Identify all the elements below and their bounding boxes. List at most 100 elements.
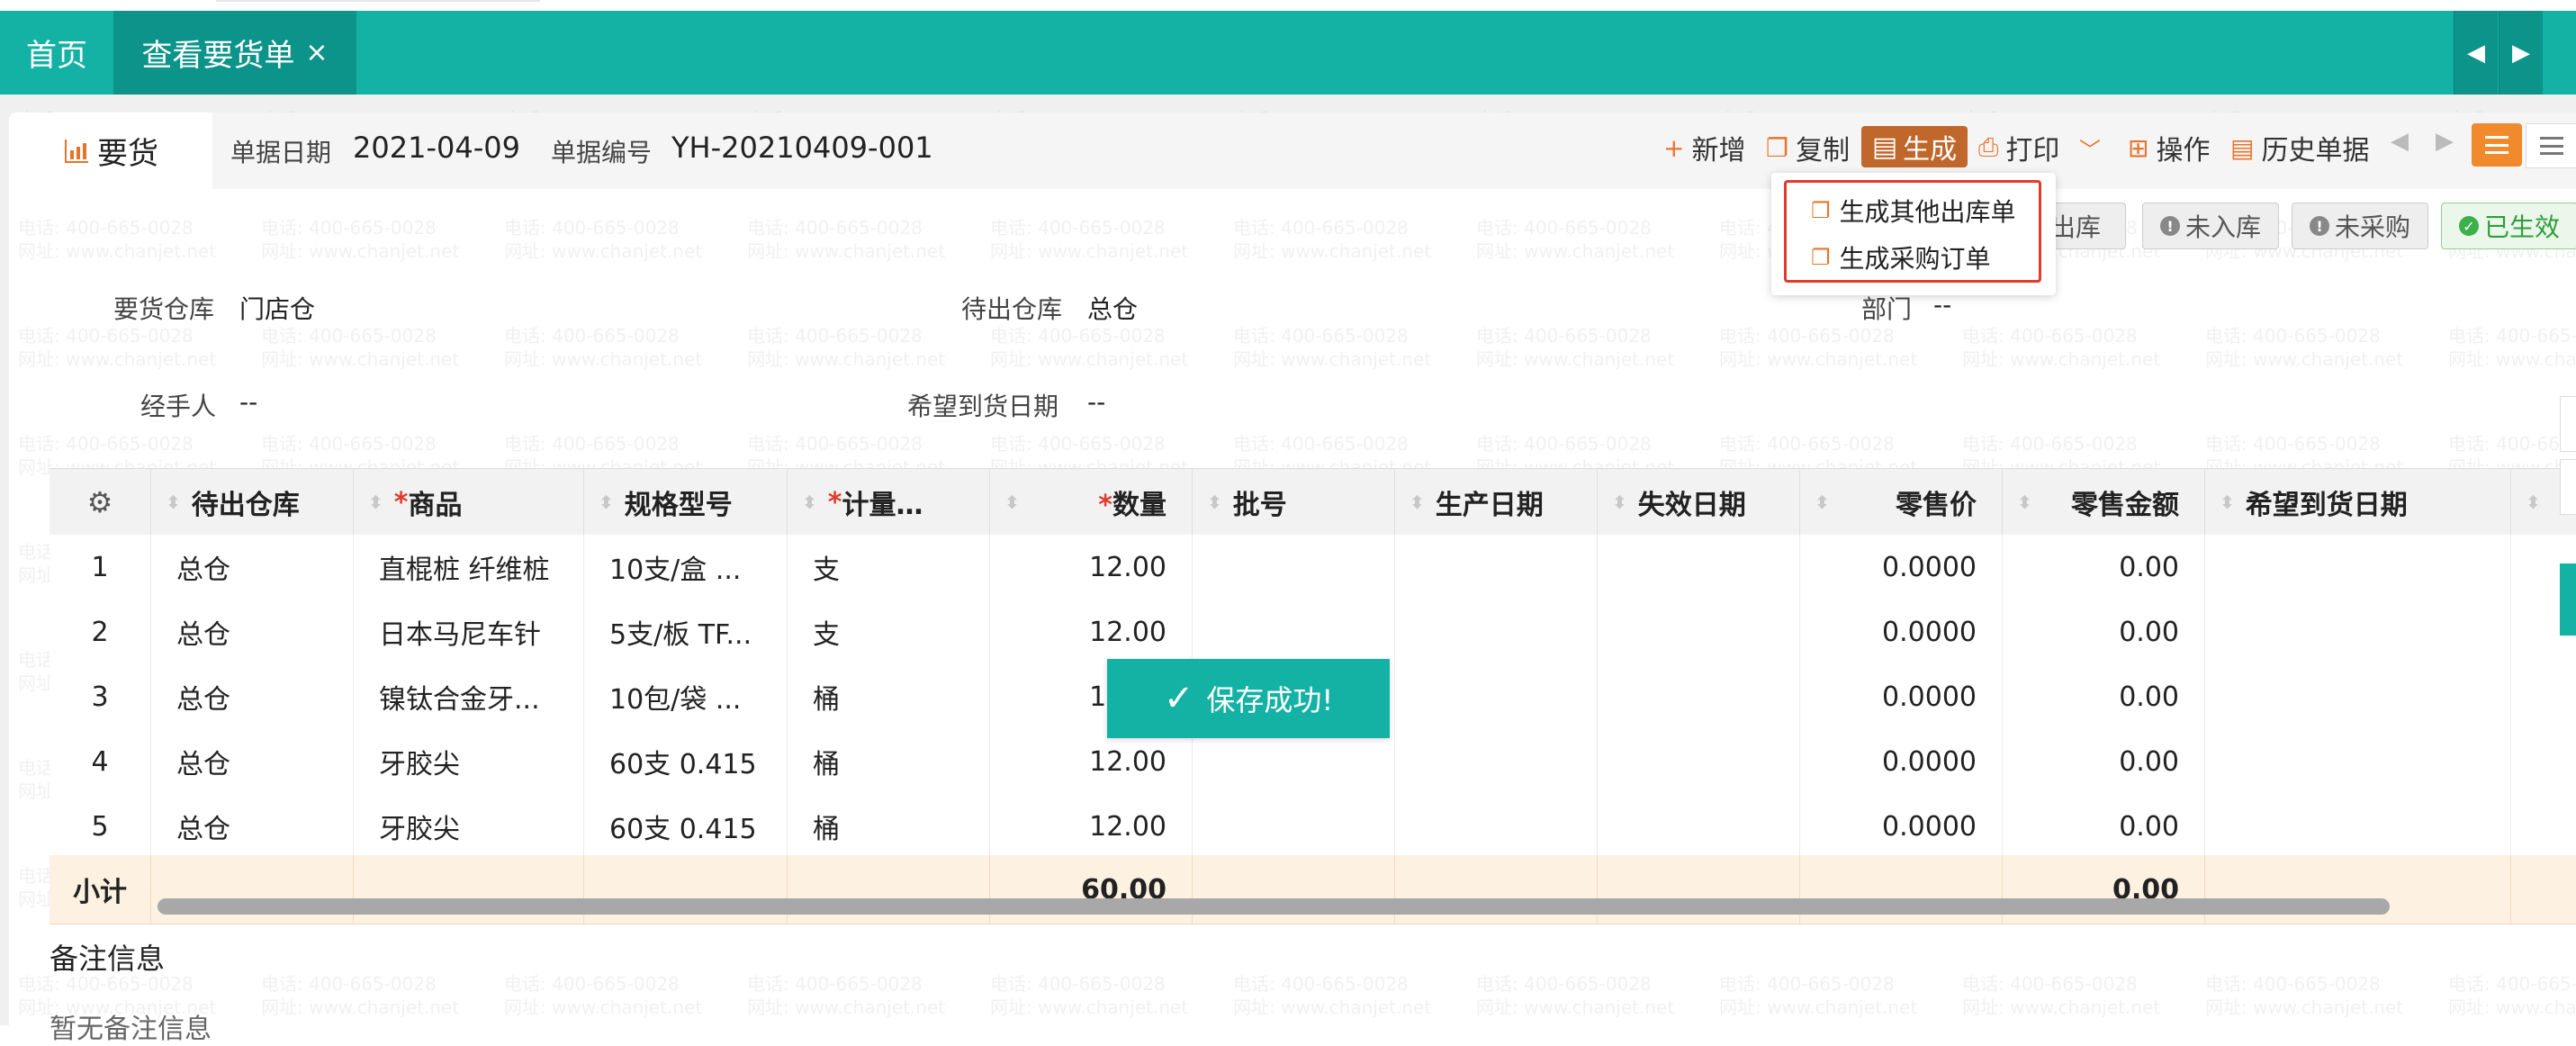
col-out-warehouse-label: 待出仓库: [191, 490, 300, 521]
next-record-icon[interactable]: ▶: [2436, 128, 2454, 155]
col-unit-label: 计量…: [842, 490, 923, 521]
grid-settings[interactable]: ⚙: [50, 469, 151, 536]
required-mark: *: [393, 486, 409, 518]
cell-no[interactable]: 1: [50, 535, 151, 600]
cell-unit[interactable]: 桶: [788, 794, 990, 859]
cell-spec[interactable]: 10包/袋 ...: [584, 664, 788, 729]
cell-product[interactable]: 牙胶尖: [354, 729, 584, 794]
col-spec[interactable]: ⬍ 规格型号: [584, 469, 788, 536]
print-button-label: 打印: [2005, 135, 2060, 167]
expected-date-value[interactable]: --: [1087, 387, 1105, 417]
cell-qty[interactable]: 12.00: [990, 535, 1193, 600]
cell-product[interactable]: 直棍桩 纤维桩: [354, 535, 584, 600]
side-panel-tab[interactable]: [2560, 396, 2576, 452]
tab-view-requisition[interactable]: 查看要货单 ×: [113, 11, 356, 95]
col-product[interactable]: ⬍ * 商品: [354, 469, 584, 536]
tab-bar: 首页 查看要货单 × ◀ ▶: [0, 11, 2576, 95]
cell-amount[interactable]: 0.00: [2003, 794, 2205, 859]
print-button[interactable]: ⎙ 打印: [1978, 128, 2059, 167]
cell-qty[interactable]: 12.00: [990, 794, 1193, 859]
col-retail-amount[interactable]: ⬍ 零售金额: [2003, 469, 2205, 536]
cell-wh[interactable]: 总仓: [151, 600, 354, 664]
cell-price[interactable]: 0.0000: [1800, 729, 2003, 794]
table-row[interactable]: 5 总仓 牙胶尖 60支 0.415 桶 12.00 0.0000 0.00: [50, 794, 2576, 860]
copy-button-label: 复制: [1796, 135, 1851, 167]
copy-button[interactable]: ❐ 复制: [1766, 128, 1850, 167]
cell-price[interactable]: 0.0000: [1800, 535, 2003, 600]
cell-amount[interactable]: 0.00: [2003, 729, 2205, 794]
col-production-date[interactable]: ⬍ 生产日期: [1395, 469, 1598, 536]
col-out-warehouse[interactable]: ⬍ 待出仓库: [151, 469, 354, 536]
detail-view-icon[interactable]: [2526, 123, 2576, 168]
cell-amount[interactable]: 0.00: [2003, 600, 2205, 664]
cell-no[interactable]: 5: [50, 794, 151, 859]
close-icon[interactable]: ×: [305, 37, 328, 68]
info-icon: !: [2159, 216, 2180, 236]
cell-no[interactable]: 3: [50, 664, 151, 729]
handler-value[interactable]: --: [239, 387, 257, 417]
cell-unit[interactable]: 支: [788, 535, 990, 600]
cell-product[interactable]: 牙胶尖: [354, 794, 584, 859]
menu-item-generate-other-outbound[interactable]: ❐ 生成其他出库单: [1811, 193, 2016, 229]
col-quantity[interactable]: ⬍ *数量: [990, 469, 1193, 536]
cell-unit[interactable]: 桶: [788, 729, 990, 794]
required-mark: *: [827, 486, 842, 518]
tab-scroll-left-icon[interactable]: ◀: [2454, 11, 2498, 95]
horizontal-scrollbar[interactable]: [158, 898, 2390, 915]
sort-icon: ⬍: [1004, 491, 1020, 513]
cell-spec[interactable]: 60支 0.415: [584, 794, 788, 859]
col-retail-amount-label: 零售金额: [2071, 490, 2179, 521]
col-batch[interactable]: ⬍ 批号: [1193, 469, 1395, 536]
col-expiry-date[interactable]: ⬍ 失效日期: [1598, 469, 1800, 536]
remarks-empty: 暂无备注信息: [50, 1014, 212, 1045]
operate-button[interactable]: ⊞ 操作: [2128, 128, 2210, 167]
col-expected-date[interactable]: ⬍ 希望到货日期: [2205, 469, 2511, 536]
doc-type-tab[interactable]: 要货: [9, 113, 212, 189]
generate-button[interactable]: ▤ 生成: [1861, 126, 1968, 167]
cell-wh[interactable]: 总仓: [151, 729, 354, 794]
cell-wh[interactable]: 总仓: [151, 535, 354, 600]
list-view-icon[interactable]: [2472, 123, 2522, 167]
department-value[interactable]: --: [1933, 290, 1951, 320]
cell-amount[interactable]: 0.00: [2003, 535, 2205, 600]
chevron-down-icon[interactable]: ﹀: [2079, 128, 2101, 167]
prev-record-icon[interactable]: ◀: [2391, 128, 2409, 155]
table-row[interactable]: 1 总仓 直棍桩 纤维桩 10支/盒 ... 支 12.00 0.0000 0.00: [50, 535, 2576, 600]
cell-no[interactable]: 2: [50, 600, 151, 664]
new-button[interactable]: + 新增: [1663, 128, 1745, 167]
side-panel-tab[interactable]: [2560, 459, 2576, 515]
cell-no[interactable]: 4: [50, 729, 151, 794]
menu-item-generate-purchase-order[interactable]: ❐ 生成采购订单: [1811, 239, 1991, 275]
col-expected-date-label: 希望到货日期: [2245, 490, 2408, 521]
cell-price[interactable]: 0.0000: [1800, 664, 2003, 729]
doc-date-value: 2021-04-09: [353, 131, 520, 165]
cell-wh[interactable]: 总仓: [151, 664, 354, 729]
status-badge-inbound: ! 未入库: [2142, 203, 2279, 249]
status-badge-effective: ✓ 已生效: [2441, 203, 2576, 249]
history-button[interactable]: ▤ 历史单据: [2230, 128, 2369, 167]
cell-qty[interactable]: 12.00: [990, 729, 1193, 794]
out-warehouse-value[interactable]: 总仓: [1087, 290, 1138, 326]
document-icon: ▤: [1871, 131, 1898, 163]
cell-price[interactable]: 0.0000: [1800, 794, 2003, 859]
col-unit[interactable]: ⬍ * 计量…: [788, 469, 990, 536]
cell-price[interactable]: 0.0000: [1800, 600, 2003, 664]
cell-unit[interactable]: 支: [788, 600, 990, 664]
table-row[interactable]: 2 总仓 日本马尼车针 5支/板 TF... 支 12.00 0.0000 0.00: [50, 600, 2576, 665]
cell-spec[interactable]: 60支 0.415: [584, 729, 788, 794]
side-panel-handle[interactable]: [2560, 564, 2576, 636]
cell-product[interactable]: 日本马尼车针: [354, 600, 584, 664]
col-spec-label: 规格型号: [624, 490, 733, 521]
cell-spec[interactable]: 10支/盒 ...: [584, 535, 788, 600]
cell-product[interactable]: 镍钛合金牙...: [354, 664, 584, 729]
col-retail-price[interactable]: ⬍ 零售价: [1800, 469, 2003, 536]
request-warehouse-value[interactable]: 门店仓: [239, 290, 315, 326]
tab-home[interactable]: 首页: [0, 11, 113, 95]
tab-scroll-right-icon[interactable]: ▶: [2499, 11, 2543, 95]
table-row[interactable]: 4 总仓 牙胶尖 60支 0.415 桶 12.00 0.0000 0.00: [50, 729, 2576, 795]
cell-spec[interactable]: 5支/板 TF...: [584, 600, 788, 664]
cell-unit[interactable]: 桶: [788, 664, 990, 729]
cell-amount[interactable]: 0.00: [2003, 664, 2205, 729]
cell-wh[interactable]: 总仓: [151, 794, 354, 859]
cell-qty[interactable]: 12.00: [990, 600, 1193, 664]
